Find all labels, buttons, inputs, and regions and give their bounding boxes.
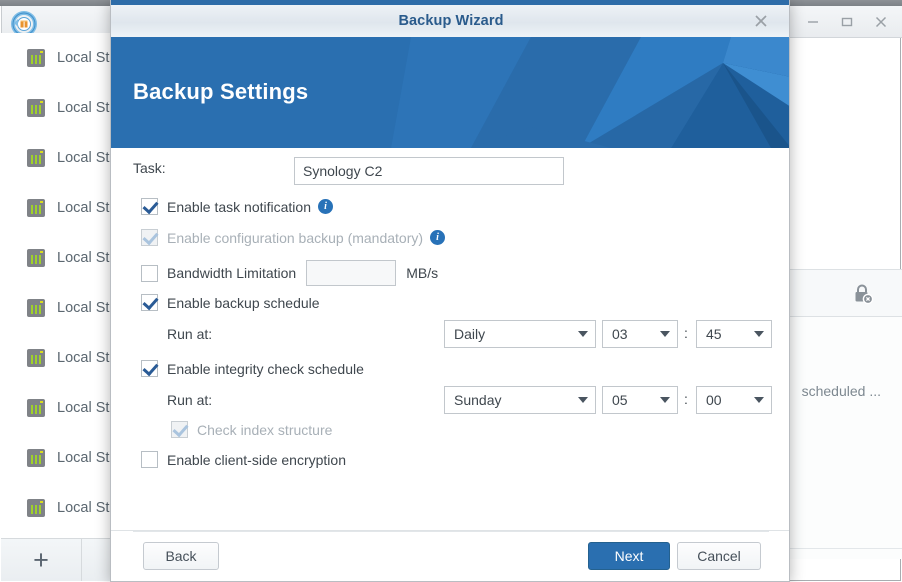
chevron-down-icon bbox=[578, 331, 588, 337]
sidebar-item-label: Local Sto bbox=[57, 500, 118, 516]
chevron-down-icon bbox=[754, 397, 764, 403]
storage-server-icon bbox=[27, 199, 45, 217]
sidebar-item-label: Local Sto bbox=[57, 100, 118, 116]
banner-title: Backup Settings bbox=[133, 79, 309, 104]
panel-row-status-text: scheduled ... bbox=[801, 383, 881, 399]
client-encryption-checkbox[interactable] bbox=[141, 451, 158, 468]
chevron-down-icon bbox=[660, 397, 670, 403]
maximize-icon[interactable] bbox=[830, 7, 864, 37]
storage-server-icon bbox=[27, 349, 45, 367]
sidebar-item-label: Local Sto bbox=[57, 450, 118, 466]
backup-minute-value: 45 bbox=[706, 326, 722, 342]
integrity-run-at-label: Run at: bbox=[167, 392, 213, 408]
integrity-schedule-checkbox[interactable] bbox=[141, 360, 158, 377]
task-notification-label: Enable task notification bbox=[167, 198, 311, 215]
sidebar-item-label: Local Sto bbox=[57, 400, 118, 416]
integrity-schedule-label: Enable integrity check schedule bbox=[167, 360, 364, 377]
add-task-button[interactable]: + bbox=[1, 539, 82, 581]
storage-server-icon bbox=[27, 99, 45, 117]
chevron-down-icon bbox=[660, 331, 670, 337]
cancel-button[interactable]: Cancel bbox=[677, 542, 761, 570]
check-index-checkbox bbox=[171, 421, 188, 438]
storage-server-icon bbox=[27, 449, 45, 467]
integrity-frequency-value: Sunday bbox=[454, 392, 502, 408]
backup-wizard-dialog: Backup Wizard Backup Settings Task: Syno… bbox=[110, 0, 790, 582]
minimize-icon[interactable] bbox=[796, 7, 830, 37]
window-controls bbox=[796, 6, 898, 38]
bandwidth-unit-label: MB/s bbox=[406, 265, 439, 281]
back-button[interactable]: Back bbox=[143, 542, 219, 570]
integrity-schedule-row: Enable integrity check schedule bbox=[141, 360, 364, 377]
integrity-minute-select[interactable]: 00 bbox=[696, 386, 772, 414]
bandwidth-input[interactable] bbox=[306, 260, 397, 286]
backup-frequency-select[interactable]: Daily bbox=[444, 320, 596, 348]
task-input[interactable] bbox=[294, 157, 564, 185]
dialog-banner: Backup Settings bbox=[111, 37, 789, 148]
task-label: Task: bbox=[133, 160, 166, 176]
integrity-time-separator: : bbox=[684, 391, 688, 407]
backup-schedule-row: Enable backup schedule bbox=[141, 294, 320, 311]
storage-server-icon bbox=[27, 249, 45, 267]
backup-schedule-checkbox[interactable] bbox=[141, 294, 158, 311]
integrity-frequency-select[interactable]: Sunday bbox=[444, 386, 596, 414]
config-backup-label: Enable configuration backup (mandatory) bbox=[167, 229, 424, 246]
storage-server-icon bbox=[27, 149, 45, 167]
dialog-footer: Back Next Cancel bbox=[111, 530, 789, 581]
sidebar-item-label: Local Sto bbox=[57, 150, 118, 166]
close-icon[interactable] bbox=[864, 7, 898, 37]
storage-server-icon bbox=[27, 499, 45, 517]
bandwidth-row: Bandwidth Limitation MB/s bbox=[141, 260, 438, 286]
close-icon[interactable] bbox=[743, 5, 779, 37]
sidebar-item-label: Local Sto bbox=[57, 50, 118, 66]
check-index-label: Check index structure bbox=[197, 421, 333, 438]
check-index-row: Check index structure bbox=[171, 421, 332, 438]
footer-divider bbox=[133, 531, 769, 532]
sidebar-item-label: Local Sto bbox=[57, 250, 118, 266]
integrity-hour-value: 05 bbox=[612, 392, 628, 408]
info-icon[interactable]: i bbox=[317, 199, 333, 214]
config-backup-row: Enable configuration backup (mandatory) … bbox=[141, 229, 446, 246]
lock-disabled-icon bbox=[852, 283, 874, 305]
integrity-hour-select[interactable]: 05 bbox=[602, 386, 678, 414]
backup-frequency-value: Daily bbox=[454, 326, 486, 342]
storage-server-icon bbox=[27, 299, 45, 317]
backup-run-at-row: Run at: bbox=[167, 326, 212, 342]
storage-server-icon bbox=[27, 399, 45, 417]
dialog-title: Backup Wizard bbox=[398, 13, 504, 29]
task-row: Task: bbox=[133, 160, 166, 176]
sidebar-item-label: Local Sto bbox=[57, 300, 118, 316]
task-notification-row: Enable task notification i bbox=[141, 198, 333, 215]
integrity-run-at-row: Run at: bbox=[167, 392, 212, 408]
next-button[interactable]: Next bbox=[588, 542, 670, 570]
bandwidth-label: Bandwidth Limitation bbox=[167, 265, 297, 281]
chevron-down-icon bbox=[578, 397, 588, 403]
chevron-down-icon bbox=[754, 331, 764, 337]
sidebar-item-label: Local Sto bbox=[57, 200, 118, 216]
task-notification-checkbox[interactable] bbox=[141, 198, 158, 215]
bandwidth-checkbox[interactable] bbox=[141, 264, 158, 282]
integrity-minute-value: 00 bbox=[706, 392, 722, 408]
sidebar-item-label: Local Sto bbox=[57, 350, 118, 366]
info-icon[interactable]: i bbox=[430, 230, 446, 245]
backup-hour-select[interactable]: 03 bbox=[602, 320, 678, 348]
backup-run-at-label: Run at: bbox=[167, 326, 213, 342]
client-encryption-label: Enable client-side encryption bbox=[167, 451, 346, 468]
backup-time-separator: : bbox=[684, 325, 688, 341]
backup-schedule-label: Enable backup schedule bbox=[167, 294, 320, 311]
backup-hour-value: 03 bbox=[612, 326, 628, 342]
dialog-body: Task: Enable task notification i Enable … bbox=[111, 148, 789, 531]
config-backup-checkbox bbox=[141, 229, 158, 246]
backup-minute-select[interactable]: 45 bbox=[696, 320, 772, 348]
client-encryption-row: Enable client-side encryption bbox=[141, 451, 346, 468]
storage-server-icon bbox=[27, 49, 45, 67]
dialog-titlebar: Backup Wizard bbox=[111, 5, 789, 37]
